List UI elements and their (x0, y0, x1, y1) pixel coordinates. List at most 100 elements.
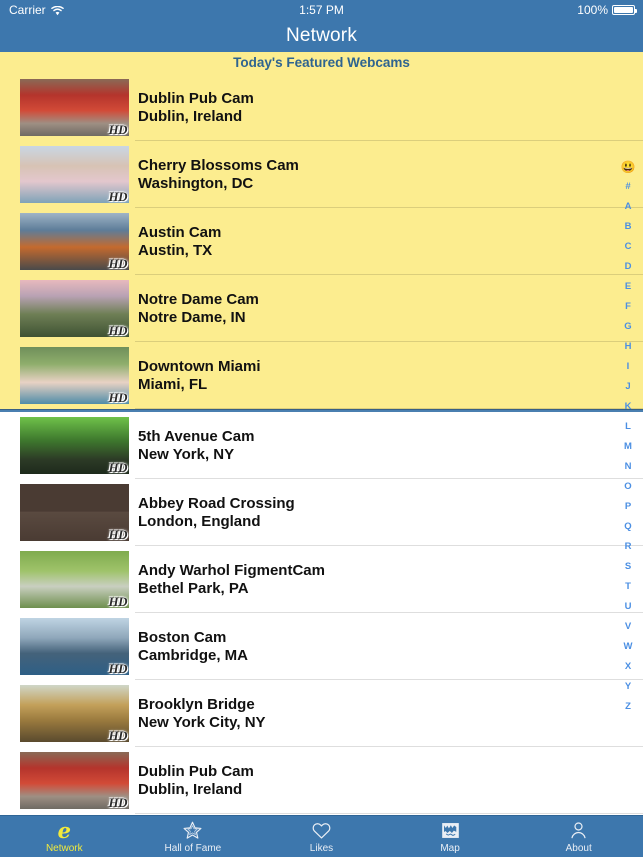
webcam-labels: Notre Dame Cam Notre Dame, IN (138, 291, 259, 327)
webcam-thumbnail: HD (20, 752, 129, 809)
webcam-name: Cherry Blossoms Cam (138, 156, 299, 174)
hd-badge: HD (108, 390, 128, 404)
tab-about[interactable]: About (514, 816, 643, 857)
webcam-location: Dublin, Ireland (138, 780, 243, 798)
hd-badge: HD (108, 122, 128, 136)
index-item[interactable]: Z (613, 697, 643, 717)
index-item[interactable]: E (613, 277, 643, 297)
tab-likes[interactable]: Likes (257, 816, 386, 857)
index-item[interactable]: Y (613, 677, 643, 697)
webcam-labels: Dublin Pub Cam Dublin, Ireland (138, 90, 254, 126)
webcam-location: Dublin, Ireland (138, 107, 243, 125)
webcam-thumbnail: HD (20, 685, 129, 742)
tab-hall-of-fame[interactable]: Hall of Fame (129, 816, 258, 857)
status-bar-time: 1:57 PM (299, 3, 344, 17)
index-item[interactable]: V (613, 617, 643, 637)
featured-list: HD Dublin Pub Cam Dublin, Ireland HD Cherry … (0, 74, 643, 409)
index-item[interactable]: J (613, 377, 643, 397)
index-item[interactable]: N (613, 457, 643, 477)
person-icon (571, 822, 586, 839)
webcam-name: Andy Warhol FigmentCam (138, 561, 325, 579)
index-item[interactable]: I (613, 357, 643, 377)
index-item[interactable]: Q (613, 517, 643, 537)
webcam-location: Bethel Park, PA (138, 579, 249, 597)
index-item[interactable]: D (613, 257, 643, 277)
webcam-name: Downtown Miami (138, 357, 261, 375)
index-item[interactable]: H (613, 337, 643, 357)
table-row[interactable]: HD Notre Dame Cam Notre Dame, IN (0, 275, 643, 342)
table-row[interactable]: HD Austin Cam Austin, TX (0, 208, 643, 275)
index-item[interactable]: A (613, 197, 643, 217)
webcam-labels: Austin Cam Austin, TX (138, 224, 221, 260)
index-item[interactable]: L (613, 417, 643, 437)
tab-network[interactable]: e Network (0, 816, 129, 857)
page-title: Network (285, 25, 358, 46)
hd-badge: HD (108, 189, 128, 203)
index-item[interactable]: T (613, 577, 643, 597)
status-bar: Carrier 1:57 PM 100% (0, 0, 643, 20)
tab-label: Map (440, 842, 460, 854)
webcam-labels: Boston Cam Cambridge, MA (138, 629, 248, 665)
tab-label: Hall of Fame (164, 842, 222, 854)
webcam-thumbnail: HD (20, 146, 129, 203)
index-item[interactable]: C (613, 237, 643, 257)
hd-badge: HD (108, 323, 128, 337)
table-row[interactable]: HD Brooklyn Bridge New York City, NY (0, 680, 643, 747)
webcam-location: New York, NY (138, 445, 235, 463)
index-item[interactable]: U (613, 597, 643, 617)
tab-map[interactable]: Map (386, 816, 515, 857)
webcam-location: Notre Dame, IN (138, 308, 246, 326)
webcam-name: 5th Avenue Cam (138, 427, 255, 445)
table-row[interactable]: HD Andy Warhol FigmentCam Bethel Park, PA (0, 546, 643, 613)
webcam-labels: Abbey Road Crossing London, England (138, 495, 295, 531)
status-bar-right: 100% (577, 3, 637, 17)
table-row[interactable]: HD Cherry Blossoms Cam Washington, DC (0, 141, 643, 208)
featured-section-header: Today's Featured Webcams (0, 52, 643, 74)
index-item[interactable]: O (613, 477, 643, 497)
featured-section: Today's Featured Webcams HD Dublin Pub Ca… (0, 52, 643, 409)
webcam-name: Boston Cam (138, 628, 227, 646)
hd-badge: HD (108, 594, 128, 608)
table-row[interactable]: HD Dublin Pub Cam Dublin, Ireland (0, 747, 643, 814)
index-item[interactable]: G (613, 317, 643, 337)
index-item[interactable]: K (613, 397, 643, 417)
table-row[interactable]: HD Downtown Miami Miami, FL (0, 342, 643, 409)
webcam-location: New York City, NY (138, 713, 266, 731)
row-separator (135, 813, 643, 814)
row-separator (135, 408, 643, 409)
index-item[interactable]: B (613, 217, 643, 237)
table-row[interactable]: HD 5th Avenue Cam New York, NY (0, 412, 643, 479)
webcam-list: HD 5th Avenue Cam New York, NY HD Abbey Road… (0, 412, 643, 814)
webcam-thumbnail: HD (20, 213, 129, 270)
webcam-name: Notre Dame Cam (138, 290, 259, 308)
alphabet-index[interactable]: 😃 # A B C D E F G H I J K L M N O P Q R S T U V W X Y Z (613, 52, 643, 815)
webcam-thumbnail: HD (20, 551, 129, 608)
index-item[interactable]: S (613, 557, 643, 577)
webcam-labels: Brooklyn Bridge New York City, NY (138, 696, 266, 732)
table-row[interactable]: HD Abbey Road Crossing London, England (0, 479, 643, 546)
index-smiley-icon[interactable]: 😃 (613, 157, 643, 177)
index-item[interactable]: P (613, 497, 643, 517)
map-globe-icon (440, 820, 461, 842)
scroll-content[interactable]: Today's Featured Webcams HD Dublin Pub Ca… (0, 52, 643, 815)
index-item[interactable]: F (613, 297, 643, 317)
hd-badge: HD (108, 527, 128, 541)
index-item[interactable]: # (613, 177, 643, 197)
star-icon (183, 821, 202, 839)
app-root: Carrier 1:57 PM 100% Network Today's Fea… (0, 0, 643, 857)
index-item[interactable]: X (613, 657, 643, 677)
webcam-thumbnail: HD (20, 347, 129, 404)
webcam-thumbnail: HD (20, 417, 129, 474)
webcam-name: Brooklyn Bridge (138, 695, 255, 713)
table-row[interactable]: HD Boston Cam Cambridge, MA (0, 613, 643, 680)
star-icon (182, 820, 203, 842)
index-item[interactable]: M (613, 437, 643, 457)
webcam-name: Austin Cam (138, 223, 222, 241)
webcam-thumbnail: HD (20, 280, 129, 337)
hd-badge: HD (108, 795, 128, 809)
index-item[interactable]: W (613, 637, 643, 657)
index-item[interactable]: R (613, 537, 643, 557)
webcam-name: Abbey Road Crossing (138, 494, 295, 512)
webcam-location: Cambridge, MA (138, 646, 249, 664)
table-row[interactable]: HD Dublin Pub Cam Dublin, Ireland (0, 74, 643, 141)
